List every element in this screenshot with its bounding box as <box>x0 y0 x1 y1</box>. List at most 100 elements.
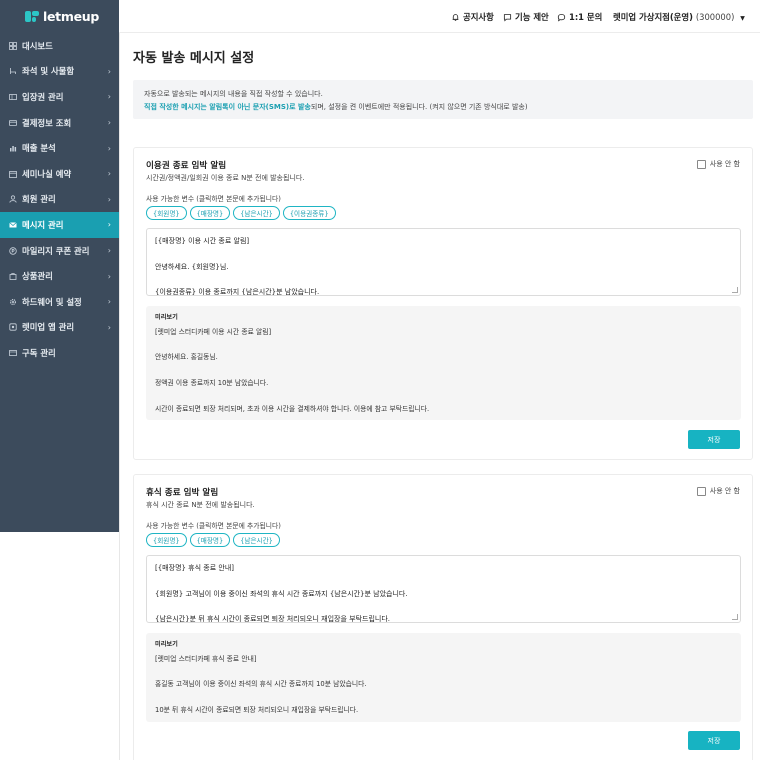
chevron-right-icon: › <box>107 322 111 332</box>
inquiry-link[interactable]: 1:1 문의 <box>557 11 602 23</box>
variable-chip-member-name[interactable]: {회원명} <box>146 206 187 220</box>
gear-icon <box>9 298 17 306</box>
variable-chip-store-name[interactable]: {매장명} <box>189 533 231 547</box>
sidebar-item-label: 결제정보 조회 <box>22 117 72 128</box>
card-icon <box>9 119 17 127</box>
subscription-icon <box>9 349 17 357</box>
chat-bubble-icon <box>557 13 566 22</box>
preview-line: 시간이 종료되면 퇴장 처리되며, 초과 이용 시간을 결제하셔야 합니다. 이… <box>155 404 430 413</box>
checkbox[interactable] <box>696 486 706 496</box>
variable-chip-remaining-time[interactable]: {남은시간} <box>233 533 280 547</box>
message-preview: 미리보기 [렛미업 스터디카페 휴식 종료 안내] 홍길동 고객님이 이용 중이… <box>146 633 741 722</box>
sidebar-item-seminar[interactable]: 세미나실 예약 › <box>0 161 119 187</box>
chevron-right-icon: › <box>107 66 111 76</box>
sidebar-item-members[interactable]: 회원 관리 › <box>0 187 119 213</box>
mail-icon <box>9 221 17 229</box>
message-editor[interactable]: [{매장명} 이용 시간 종료 알림] 안녕하세요. {회원명}님. {이용권종… <box>146 228 741 296</box>
sidebar-item-products[interactable]: 상품관리 › <box>0 263 119 289</box>
sidebar-item-hardware-settings[interactable]: 하드웨어 및 설정 › <box>0 289 119 315</box>
bag-icon <box>9 272 17 281</box>
sidebar-item-tickets[interactable]: 입장권 관리 › <box>0 84 119 110</box>
sidebar-item-label: 좌석 및 사물함 <box>22 66 75 77</box>
chevron-right-icon: › <box>107 271 111 281</box>
feature-suggestion-label: 기능 제안 <box>515 12 549 22</box>
logo-text: letmeup <box>43 9 99 24</box>
save-button[interactable]: 저장 <box>688 731 740 750</box>
sidebar-item-messages[interactable]: 메시지 관리 › <box>0 212 119 238</box>
preview-line: 10분 뒤 휴식 시간이 종료되면 퇴장 처리되오니 재입장을 부탁드립니다. <box>155 705 359 714</box>
message-editor[interactable]: [{매장명} 휴식 종료 안내] {회원명} 고객님이 이용 중이신 좌석의 휴… <box>146 555 741 623</box>
notice-line-1: 자동으로 발송되는 메시지의 내용을 직접 작성할 수 있습니다. <box>144 90 323 98</box>
card-description: 휴식 시간 종료 N분 전에 발송됩니다. <box>146 501 255 509</box>
variable-chip-ticket-type[interactable]: {이용권종류} <box>282 206 336 220</box>
variables-label: 사용 가능한 변수 (클릭하면 본문에 추가됩니다) <box>146 195 281 203</box>
message-square-icon <box>503 13 512 22</box>
ticket-icon <box>9 93 17 101</box>
break-expiry-card: 휴식 종료 임박 알림 휴식 시간 종료 N분 전에 발송됩니다. 사용 안 함… <box>133 474 753 760</box>
notice-highlight: 직접 작성한 메시지는 알림톡이 아닌 문자(SMS)로 발송 <box>144 103 311 111</box>
save-button[interactable]: 저장 <box>688 430 740 449</box>
variable-chip-member-name[interactable]: {회원명} <box>146 533 187 547</box>
logo[interactable]: letmeup <box>0 0 119 33</box>
sidebar-item-seats[interactable]: 좌석 및 사물함 › <box>0 59 119 85</box>
sidebar-item-subscription[interactable]: 구독 관리 <box>0 340 119 366</box>
store-selector[interactable]: 렛미업 가상지점(운영) (300000) ▼ <box>613 11 745 23</box>
card-title: 이용권 종료 임박 알림 <box>146 161 227 171</box>
variable-chip-remaining-time[interactable]: {남은시간} <box>233 206 280 220</box>
sidebar-item-mileage-coupons[interactable]: P 마일리지 쿠폰 관리 › <box>0 238 119 264</box>
resize-handle[interactable] <box>732 287 738 293</box>
notice-link[interactable]: 공지사항 <box>451 11 494 23</box>
bell-icon <box>452 13 459 21</box>
coin-icon: P <box>9 246 17 255</box>
disable-toggle[interactable]: 사용 안 함 <box>696 486 740 496</box>
sidebar-nav: 대시보드 좌석 및 사물함 › 입장권 관리 › 결제정보 조회 › 매출 분석… <box>0 33 119 366</box>
ticket-expiry-card: 이용권 종료 임박 알림 시간권/정액권/일회권 이용 종료 N분 전에 발송됩… <box>133 147 753 460</box>
sidebar-item-label: 렛미업 앱 관리 <box>22 322 75 333</box>
sidebar-item-app-management[interactable]: 렛미업 앱 관리 › <box>0 315 119 341</box>
preview-line <box>155 666 732 679</box>
preview-line <box>155 390 732 403</box>
checkbox[interactable] <box>696 159 706 169</box>
sidebar-item-label: 상품관리 <box>22 271 53 282</box>
store-code: (300000) <box>695 12 735 22</box>
notice-link-label: 공지사항 <box>463 12 494 22</box>
sidebar-item-payments[interactable]: 결제정보 조회 › <box>0 110 119 136</box>
main-content: 자동 발송 메시지 설정 자동으로 발송되는 메시지의 내용을 직접 작성할 수… <box>119 33 760 760</box>
inquiry-label: 1:1 문의 <box>569 12 603 22</box>
logo-icon <box>25 11 39 22</box>
chevron-right-icon: › <box>107 220 111 230</box>
resize-handle[interactable] <box>732 614 738 620</box>
preview-line: 정액권 이용 종료까지 10분 남았습니다. <box>155 378 269 387</box>
chart-icon <box>9 144 17 152</box>
info-notice: 자동으로 발송되는 메시지의 내용을 직접 작성할 수 있습니다. 직접 작성한… <box>133 80 753 119</box>
sidebar-item-label: 메시지 관리 <box>22 219 64 230</box>
preview-line: 안녕하세요. 홍길동님. <box>155 353 218 362</box>
notice-line-2: 직접 작성한 메시지는 알림톡이 아닌 문자(SMS)로 발송되며, 설정을 켠… <box>144 101 742 114</box>
card-description: 시간권/정액권/일회권 이용 종료 N분 전에 발송됩니다. <box>146 174 305 182</box>
seat-icon <box>9 67 17 75</box>
chevron-right-icon: › <box>107 246 111 256</box>
page-title: 자동 발송 메시지 설정 <box>133 51 255 66</box>
variable-chip-store-name[interactable]: {매장명} <box>189 206 231 220</box>
disable-toggle[interactable]: 사용 안 함 <box>696 159 740 169</box>
editor-line: 안녕하세요. {회원명}님. <box>155 262 229 271</box>
feature-suggestion-link[interactable]: 기능 제안 <box>503 11 549 23</box>
sidebar-item-dashboard[interactable]: 대시보드 <box>0 33 119 59</box>
sidebar-item-label: 구독 관리 <box>22 347 56 358</box>
calendar-icon <box>9 170 17 178</box>
variable-chips: {회원명} {매장명} {남은시간} {이용권종류} <box>146 206 336 220</box>
preview-line <box>155 691 732 704</box>
preview-label: 미리보기 <box>155 641 178 648</box>
top-bar: 공지사항 기능 제안 1:1 문의 렛미업 가상지점(운영) (300000) … <box>119 0 760 33</box>
caret-down-icon: ▼ <box>740 15 745 22</box>
grid-icon <box>9 41 17 50</box>
users-icon <box>9 195 17 203</box>
sidebar-item-sales[interactable]: 매출 분석 › <box>0 135 119 161</box>
chevron-right-icon: › <box>107 297 111 307</box>
sidebar-item-label: 매출 분석 <box>22 143 56 154</box>
chevron-right-icon: › <box>107 92 111 102</box>
sidebar-item-label: 하드웨어 및 설정 <box>22 296 82 307</box>
editor-line: [{매장명} 이용 시간 종료 알림] <box>155 237 250 245</box>
